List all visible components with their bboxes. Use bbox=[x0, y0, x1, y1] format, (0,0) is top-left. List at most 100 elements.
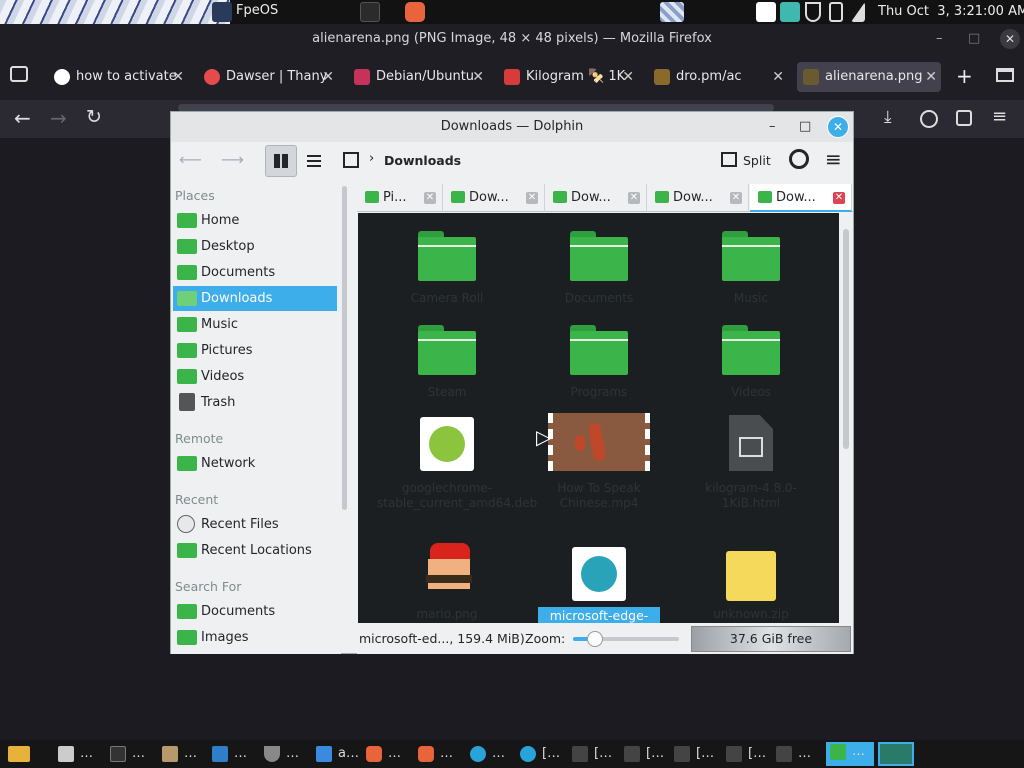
places-scrollbar[interactable] bbox=[342, 186, 347, 510]
tab-close-icon[interactable]: ✕ bbox=[622, 62, 634, 92]
dolphin-tab-downloads-1[interactable]: Dow... ✕ bbox=[443, 184, 545, 212]
folder-icon[interactable] bbox=[418, 325, 476, 375]
tab-close-icon[interactable]: ✕ bbox=[472, 62, 484, 92]
details-view-icon[interactable] bbox=[307, 153, 321, 167]
sidebar-item-trash[interactable]: Trash bbox=[173, 390, 337, 415]
taskbar-item[interactable]: … bbox=[366, 744, 401, 764]
tab-overview-icon[interactable] bbox=[10, 66, 28, 82]
file-label[interactable]: Steam bbox=[377, 385, 517, 400]
tab-dawser[interactable]: Dawser | Thany ✕ bbox=[198, 62, 338, 92]
tab-close-icon[interactable]: ✕ bbox=[772, 62, 784, 92]
clock[interactable]: Thu Oct 3, 3:21:00 AM bbox=[878, 4, 1024, 19]
tab-close-icon[interactable]: ✕ bbox=[925, 62, 937, 92]
sidebar-item-network[interactable]: Network bbox=[173, 451, 337, 476]
clipboard-icon[interactable] bbox=[780, 2, 800, 22]
thumbnail-icon[interactable] bbox=[660, 2, 684, 22]
taskbar-item[interactable]: [… bbox=[572, 744, 612, 764]
maximize-icon[interactable]: □ bbox=[968, 24, 980, 54]
file-label[interactable]: Programs bbox=[529, 385, 669, 400]
tab-close-icon[interactable]: ✕ bbox=[322, 62, 334, 92]
deb-package-icon[interactable] bbox=[420, 417, 474, 471]
file-label[interactable]: mario.png bbox=[377, 607, 517, 622]
tab-google[interactable]: how to activate ✕ bbox=[48, 62, 188, 92]
file-label[interactable]: unknown.zip bbox=[681, 607, 821, 622]
icons-view-button[interactable] bbox=[265, 145, 297, 177]
free-space-bar[interactable]: 37.6 GiB free bbox=[691, 626, 851, 652]
sidebar-item-search-images[interactable]: Images bbox=[173, 625, 337, 650]
login-icon[interactable] bbox=[756, 2, 776, 22]
tree-view-icon[interactable] bbox=[343, 152, 359, 168]
breadcrumb[interactable]: Downloads bbox=[384, 153, 461, 168]
close-icon[interactable]: ✕ bbox=[1000, 29, 1020, 49]
back-icon[interactable]: ← bbox=[14, 106, 31, 130]
tab-close-icon[interactable]: ✕ bbox=[424, 192, 436, 204]
tab-close-icon[interactable]: ✕ bbox=[628, 192, 640, 204]
tab-dro[interactable]: dro.pm/ac ✕ bbox=[648, 62, 788, 92]
hamburger-menu-icon[interactable]: ≡ bbox=[825, 147, 842, 171]
tab-close-icon[interactable]: ✕ bbox=[172, 62, 184, 92]
sidebar-item-music[interactable]: Music bbox=[173, 312, 337, 337]
taskbar-item[interactable]: [… bbox=[726, 744, 766, 764]
taskbar-item[interactable]: … bbox=[776, 744, 811, 764]
file-label[interactable]: kilogram-4.8.0-1KiB.html bbox=[681, 481, 821, 511]
download-icon[interactable]: ⤓ bbox=[884, 107, 892, 127]
extensions-icon[interactable] bbox=[956, 110, 972, 126]
taskbar-item[interactable]: … bbox=[212, 744, 247, 764]
sidebar-item-search-documents[interactable]: Documents bbox=[173, 599, 337, 624]
dolphin-tab-downloads-2[interactable]: Dow... ✕ bbox=[545, 184, 647, 212]
menu-icon[interactable]: ≡ bbox=[992, 106, 1007, 127]
taskbar-item[interactable]: a… bbox=[316, 744, 359, 764]
tab-kilogram[interactable]: Kilogram 🍢 1K ✕ bbox=[498, 62, 638, 92]
forward-icon[interactable]: ⟶ bbox=[221, 150, 244, 169]
app-menu-icon[interactable] bbox=[212, 2, 232, 22]
folder-icon[interactable] bbox=[722, 325, 780, 375]
window-list-icon[interactable] bbox=[996, 68, 1014, 82]
tab-alienarena[interactable]: alienarena.png ✕ bbox=[797, 62, 941, 92]
tab-close-icon[interactable]: ✕ bbox=[730, 192, 742, 204]
account-icon[interactable] bbox=[920, 110, 938, 128]
taskbar-preview[interactable] bbox=[878, 742, 914, 766]
html-file-icon[interactable] bbox=[729, 415, 773, 471]
file-label[interactable]: How To Speak Chinese.mp4 bbox=[529, 481, 669, 511]
file-label[interactable]: Camera Roll bbox=[377, 291, 517, 306]
taskbar-dolphin[interactable]: … bbox=[826, 742, 874, 766]
close-icon[interactable]: ✕ bbox=[827, 116, 849, 138]
folder-icon[interactable] bbox=[722, 231, 780, 281]
search-icon[interactable] bbox=[789, 149, 809, 169]
file-label[interactable]: Videos bbox=[681, 385, 821, 400]
file-label[interactable]: Music bbox=[681, 291, 821, 306]
tab-close-icon[interactable]: ✕ bbox=[526, 192, 538, 204]
folder-icon[interactable] bbox=[570, 231, 628, 281]
firefox-icon[interactable] bbox=[405, 2, 425, 22]
tab-debian[interactable]: Debian/Ubuntu ✕ bbox=[348, 62, 488, 92]
forward-icon[interactable]: → bbox=[50, 106, 67, 130]
folder-icon[interactable] bbox=[570, 325, 628, 375]
shield-icon[interactable] bbox=[805, 2, 821, 22]
taskbar-item[interactable]: … bbox=[264, 744, 299, 764]
tab-close-icon[interactable]: ✕ bbox=[833, 192, 845, 204]
taskbar-item[interactable]: … bbox=[470, 744, 505, 764]
zip-archive-icon[interactable] bbox=[726, 551, 776, 601]
sidebar-item-home[interactable]: Home bbox=[173, 208, 337, 233]
file-label[interactable]: googlechrome-stable_current_amd64.deb bbox=[377, 481, 537, 511]
selected-file-label[interactable]: microsoft-edge- bbox=[538, 607, 660, 623]
sidebar-item-downloads[interactable]: Downloads bbox=[173, 286, 337, 311]
dolphin-tab-downloads-3[interactable]: Dow... ✕ bbox=[647, 184, 749, 212]
network-icon[interactable] bbox=[851, 2, 865, 22]
file-view-scrollbar[interactable] bbox=[843, 229, 849, 449]
terminal-icon[interactable] bbox=[360, 2, 380, 22]
sidebar-item-pictures[interactable]: Pictures bbox=[173, 338, 337, 363]
mario-image-icon[interactable] bbox=[420, 543, 476, 599]
back-icon[interactable]: ⟵ bbox=[179, 150, 202, 169]
dolphin-tab-downloads-active[interactable]: Dow... ✕ bbox=[750, 184, 852, 212]
video-thumbnail-icon[interactable] bbox=[548, 413, 650, 471]
sidebar-item-documents[interactable]: Documents bbox=[173, 260, 337, 285]
folder-icon[interactable] bbox=[418, 231, 476, 281]
sidebar-item-videos[interactable]: Videos bbox=[173, 364, 337, 389]
new-tab-icon[interactable]: + bbox=[956, 64, 973, 88]
sidebar-item-recent-files[interactable]: Recent Files bbox=[173, 512, 337, 537]
dolphin-tab-pictures[interactable]: Pi... ✕ bbox=[357, 184, 443, 212]
taskbar-item[interactable]: … bbox=[58, 744, 93, 764]
split-icon[interactable] bbox=[721, 152, 737, 167]
taskbar-item[interactable]: … bbox=[110, 744, 145, 764]
